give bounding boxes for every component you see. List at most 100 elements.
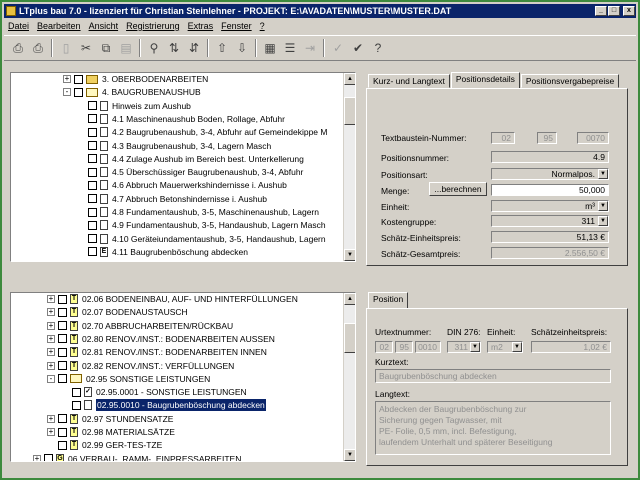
collapse-icon[interactable]: -: [47, 374, 55, 383]
expand-icon[interactable]: +: [47, 321, 55, 330]
tree-checkbox[interactable]: [58, 427, 67, 437]
tree-row[interactable]: + T 02.98 MATERIALSÄTZE: [47, 426, 175, 438]
maximize-button[interactable]: □: [608, 6, 620, 16]
tree-checkbox[interactable]: [74, 74, 83, 84]
tree-row[interactable]: - 02.95 SONSTIGE LEISTUNGEN: [47, 373, 210, 385]
check-all-icon[interactable]: ✔: [348, 38, 368, 58]
tree-checkbox[interactable]: [58, 374, 67, 384]
move-down-icon[interactable]: ⇩: [232, 38, 252, 58]
tree-checkbox[interactable]: [72, 387, 81, 397]
tree-row[interactable]: 4.3 Baugrubenaushub, 3-4, Lagern Masch: [77, 140, 271, 152]
tree-row[interactable]: Hinweis zum Aushub: [77, 100, 191, 112]
expand-icon[interactable]: +: [47, 295, 55, 303]
scroll-up-icon[interactable]: ▲: [344, 293, 355, 305]
indent-icon[interactable]: ⇥: [300, 38, 320, 58]
tree-row[interactable]: + T 02.82 RENOV./INST.: VERFÜLLUNGEN: [47, 360, 234, 372]
tree-row[interactable]: 4.10 Geräteiundamentaushub, 3-5, Handaus…: [77, 233, 326, 245]
tree-checkbox[interactable]: [88, 234, 97, 244]
scroll-down-icon[interactable]: ▼: [344, 249, 355, 261]
tree-row[interactable]: 4.5 Überschüssiger Baugrubenaushub, 3-4,…: [77, 166, 303, 178]
einheit-select[interactable]: m³ ▼: [491, 200, 609, 212]
menu-item-4[interactable]: Extras: [184, 21, 218, 31]
list-icon[interactable]: ☰: [280, 38, 300, 58]
tab-0[interactable]: Kurz- und Langtext: [368, 74, 450, 88]
menge-field[interactable]: 50,000: [491, 184, 609, 196]
tab-2[interactable]: Positionsvergabepreise: [520, 74, 620, 88]
expand-icon[interactable]: +: [47, 308, 55, 317]
menu-item-0[interactable]: Datei: [4, 21, 33, 31]
tree-checkbox[interactable]: [88, 127, 97, 137]
schaetz-ep-field[interactable]: 51,13 €: [491, 231, 609, 243]
lower-tree-panel[interactable]: + T 02.06 BODENEINBAU, AUF- UND HINTERFÜLL…: [10, 292, 356, 462]
tree-row[interactable]: 4.4 Zulage Aushub im Bereich best. Unter…: [77, 153, 304, 165]
sort-za-icon[interactable]: ⇵: [184, 38, 204, 58]
expand-icon[interactable]: +: [47, 428, 55, 436]
tree-row[interactable]: + T 02.07 BODENAUSTAUSCH: [47, 306, 188, 318]
tree-checkbox[interactable]: [88, 207, 97, 217]
tree-checkbox[interactable]: [88, 141, 97, 150]
sort-az-icon[interactable]: ⇅: [164, 38, 184, 58]
tab-0[interactable]: Position: [368, 292, 409, 308]
positionsart-select[interactable]: Normalpos. ▼: [491, 168, 609, 180]
menu-item-3[interactable]: Registrierung: [122, 21, 184, 31]
tree-checkbox[interactable]: [74, 87, 83, 97]
tree-row[interactable]: 4.8 Fundamentaushub, 3-5, Maschinenaushu…: [77, 206, 319, 218]
berechnen-button[interactable]: ...berechnen: [429, 182, 487, 196]
calc-icon[interactable]: ▦: [260, 38, 280, 58]
tree-row[interactable]: 4.6 Abbruch Mauerwerkshindernisse i. Aus…: [77, 179, 287, 191]
tree-row[interactable]: + T 02.70 ABBRUCHARBEITEN/RÜCKBAU: [47, 320, 233, 332]
tree-row[interactable]: + T 02.81 RENOV./INST.: BODENARBEITEN INNE…: [47, 346, 267, 358]
vertical-scrollbar[interactable]: ▲ ▼: [343, 73, 355, 261]
chevron-down-icon[interactable]: ▼: [598, 216, 608, 226]
tree-checkbox[interactable]: [88, 180, 97, 190]
tree-checkbox[interactable]: [88, 114, 97, 124]
kostengruppe-select[interactable]: 311 ▼: [491, 215, 609, 227]
tree-row[interactable]: + G 06 VERBAU-, RAMM-, EINPRESSARBEITEN: [33, 453, 241, 461]
tree-checkbox[interactable]: [88, 194, 97, 204]
chevron-down-icon[interactable]: ▼: [598, 201, 608, 211]
minimize-button[interactable]: _: [595, 6, 607, 16]
scroll-down-icon[interactable]: ▼: [344, 449, 355, 461]
cut-icon[interactable]: ✂: [76, 38, 96, 58]
new-doc-icon[interactable]: ▯: [56, 38, 76, 58]
title-bar[interactable]: LTplus bau 7.0 - lizenziert für Christia…: [4, 4, 636, 18]
copy-icon[interactable]: ⧉: [96, 38, 116, 58]
tree-checkbox[interactable]: [58, 414, 67, 424]
tree-row[interactable]: ✓ 02.95.0001 - SONSTIGE LEISTUNGEN: [61, 386, 247, 398]
tree-row[interactable]: + T 02.97 STUNDENSATZE: [47, 413, 173, 425]
binoculars-icon[interactable]: ⚲: [144, 38, 164, 58]
menu-item-2[interactable]: Ansicht: [85, 21, 123, 31]
tree-row[interactable]: T 02.99 GER-TES-TZE: [47, 439, 162, 451]
tree-checkbox[interactable]: [58, 307, 67, 317]
expand-icon[interactable]: +: [63, 75, 71, 83]
tree-checkbox[interactable]: [58, 347, 67, 357]
tree-row[interactable]: E 4.11 Baugrubenböschung abdecken: [77, 246, 248, 258]
tree-checkbox[interactable]: [88, 167, 97, 177]
chevron-down-icon[interactable]: ▼: [598, 169, 608, 179]
collapse-icon[interactable]: -: [63, 88, 71, 97]
scroll-thumb[interactable]: [344, 323, 355, 353]
help-icon[interactable]: ?: [368, 38, 388, 58]
tree-row[interactable]: 4.9 Fundamentaushub, 3-5, Handaushub, La…: [77, 219, 326, 231]
menu-item-5[interactable]: Fenster: [217, 21, 256, 31]
scroll-up-icon[interactable]: ▲: [344, 73, 355, 85]
check-icon[interactable]: ✓: [328, 38, 348, 58]
move-up-icon[interactable]: ⇧: [212, 38, 232, 58]
tree-row[interactable]: - 4. BAUGRUBENAUSHUB: [63, 86, 201, 98]
printer-preview-icon[interactable]: ⎙: [28, 38, 48, 58]
tree-checkbox[interactable]: [58, 361, 67, 370]
tree-checkbox[interactable]: [58, 334, 67, 344]
tree-checkbox[interactable]: [72, 400, 81, 410]
tree-row[interactable]: 4.7 Abbruch Betonshindernisse i. Aushub: [77, 193, 267, 205]
tree-checkbox[interactable]: [88, 247, 97, 257]
expand-icon[interactable]: +: [47, 361, 55, 370]
tree-checkbox[interactable]: [58, 294, 67, 304]
tree-checkbox[interactable]: [58, 321, 67, 331]
close-button[interactable]: x: [623, 6, 635, 16]
tree-checkbox[interactable]: [88, 154, 97, 164]
positionsnummer-field[interactable]: 4.9: [491, 151, 609, 163]
scroll-thumb[interactable]: [344, 97, 355, 125]
expand-icon[interactable]: +: [47, 334, 55, 343]
tree-row[interactable]: + T 02.06 BODENEINBAU, AUF- UND HINTERFÜLL…: [47, 293, 298, 305]
tree-row[interactable]: +5. BODENEINBAU, AUF- UND HINTERFÜLLUNGE…: [63, 259, 304, 261]
